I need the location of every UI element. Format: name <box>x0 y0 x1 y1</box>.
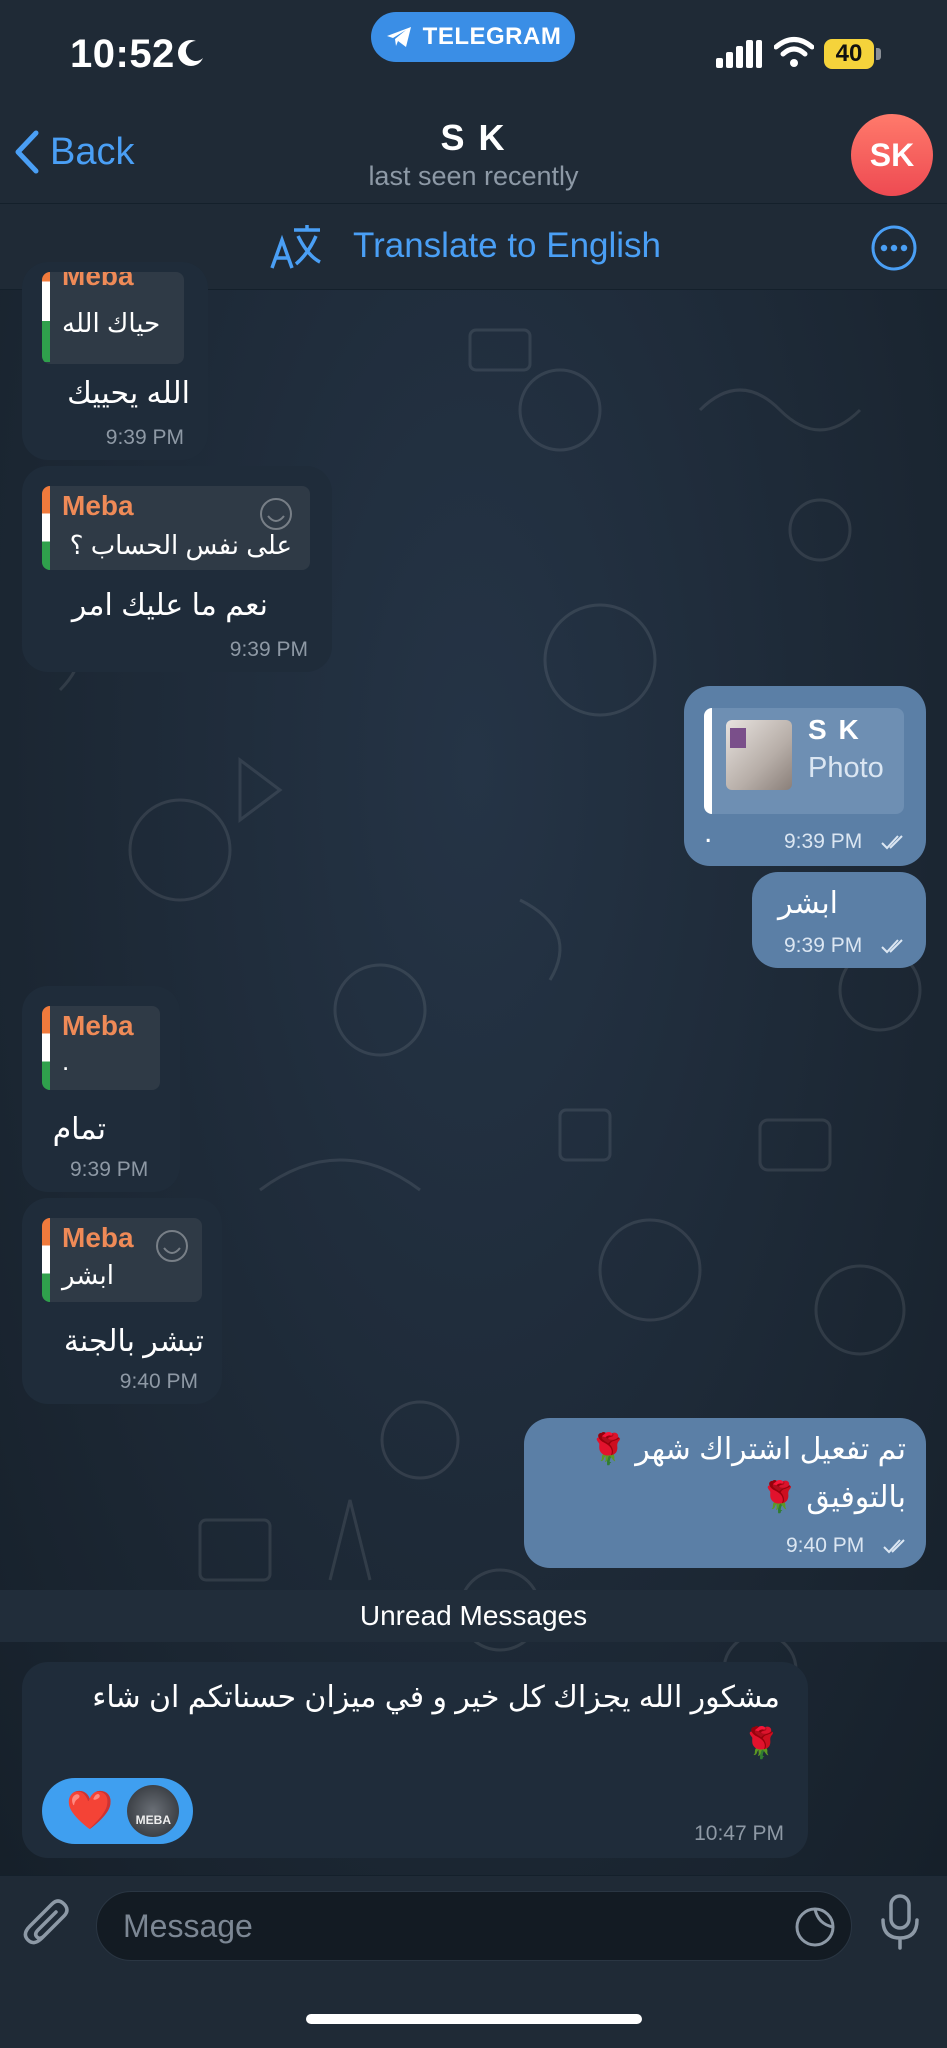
photo-thumbnail <box>726 720 792 790</box>
message-text: تبشر بالجنة <box>63 1325 204 1358</box>
message-time: 9:39 PM <box>784 830 863 853</box>
clock: 10:52 <box>70 32 175 76</box>
message-input[interactable] <box>123 1892 783 1960</box>
message-bubble[interactable]: S K Photo . 9:39 PM <box>684 686 926 866</box>
battery-tip <box>876 48 881 60</box>
reply-sender: S K <box>808 714 861 745</box>
message-text-line: مشكور الله يجزاك كل خير و في ميزان حسنات… <box>92 1681 780 1714</box>
message-bubble[interactable]: ابشر 9:39 PM <box>752 872 926 968</box>
reply-preview[interactable]: Meba . <box>42 1006 160 1090</box>
sticker-icon[interactable] <box>794 1906 836 1948</box>
status-bar: 10:52 TELEGRAM 40 <box>0 0 947 105</box>
chat-status: last seen recently <box>368 161 579 191</box>
reply-sender: Meba <box>62 1222 134 1253</box>
message-text: نعم ما عليك امر <box>71 589 268 622</box>
attach-icon[interactable] <box>22 1898 74 1952</box>
message-time: 9:39 PM <box>70 1158 149 1181</box>
message-time: 9:40 PM <box>119 1370 198 1393</box>
chat-title[interactable]: S K <box>0 117 947 159</box>
message-text: . <box>704 816 713 849</box>
message-text-line: 🌹 <box>742 1727 780 1760</box>
message-bubble[interactable]: تم تفعيل اشتراك شهر 🌹 بالتوفيق 🌹 9:40 PM <box>524 1418 926 1568</box>
reply-bar <box>42 486 50 570</box>
message-bubble[interactable]: Meba على نفس الحساب ؟ نعم ما عليك امر 9:… <box>22 466 332 672</box>
reply-sender: Meba <box>62 1010 134 1041</box>
message-time: 9:40 PM <box>786 1534 865 1557</box>
message-time: 9:39 PM <box>229 638 308 661</box>
message-text: تمام <box>52 1113 106 1146</box>
translate-label[interactable]: Translate to English <box>353 226 661 266</box>
reply-bar <box>704 708 712 814</box>
reply-text: . <box>62 1046 70 1076</box>
double-check-icon <box>881 939 903 954</box>
reactor-avatar-label: MEBA <box>135 1813 171 1827</box>
reply-bar <box>42 272 50 362</box>
reactor-avatar[interactable]: MEBA <box>127 1785 180 1837</box>
reply-bar <box>42 1218 50 1302</box>
chat-header: Back S K last seen recently SK <box>0 105 947 203</box>
reply-sender: Meba <box>62 490 134 521</box>
telegram-badge-label: TELEGRAM <box>422 23 562 50</box>
reply-preview[interactable]: Meba ابشر <box>42 1218 202 1302</box>
avatar[interactable]: SK <box>851 114 933 196</box>
message-bubble[interactable]: Meba حياك الله الله يحييك 9:39 PM <box>22 262 208 460</box>
message-text: ابشر <box>778 887 838 920</box>
message-time: 9:39 PM <box>105 426 184 449</box>
moon-icon <box>178 40 203 66</box>
message-text: الله يحييك <box>67 377 190 410</box>
reply-text: Photo <box>808 752 884 784</box>
wifi-icon <box>774 37 814 67</box>
reply-text: على نفس الحساب ؟ <box>69 530 292 560</box>
reply-sender: Meba <box>62 272 134 291</box>
reply-preview[interactable]: Meba على نفس الحساب ؟ <box>42 486 310 570</box>
message-bubble[interactable]: Meba ابشر تبشر بالجنة 9:40 PM <box>22 1198 222 1404</box>
translate-icon <box>270 225 321 269</box>
microphone-icon[interactable] <box>878 1894 922 1950</box>
message-text-line: تم تفعيل اشتراك شهر 🌹 <box>589 1433 906 1466</box>
double-check-icon <box>881 835 903 850</box>
reply-preview[interactable]: Meba حياك الله <box>42 272 184 364</box>
heart-reaction[interactable]: ❤️ <box>66 1789 113 1833</box>
message-time: 9:39 PM <box>784 934 863 957</box>
battery-indicator: 40 <box>824 39 874 69</box>
message-text-line: بالتوفيق 🌹 <box>760 1481 906 1514</box>
reply-preview[interactable]: S K Photo <box>704 708 904 814</box>
double-check-icon <box>883 1539 905 1554</box>
telegram-badge[interactable]: TELEGRAM <box>371 12 575 62</box>
unread-divider: Unread Messages <box>0 1590 947 1642</box>
reply-text: ابشر <box>62 1260 114 1290</box>
reply-bar <box>42 1006 50 1090</box>
more-options-icon[interactable] <box>870 224 918 272</box>
emoji-watermark-icon <box>260 498 292 530</box>
message-bubble[interactable]: Meba . تمام 9:39 PM <box>22 986 180 1192</box>
reactions-bar[interactable]: ❤️ MEBA <box>42 1778 193 1844</box>
home-indicator <box>306 2014 642 2024</box>
emoji-watermark-icon <box>156 1230 188 1262</box>
telegram-plane-icon <box>386 27 411 47</box>
cellular-signal-icon <box>716 40 762 68</box>
reply-text: حياك الله <box>62 308 161 338</box>
message-field[interactable] <box>96 1891 852 1961</box>
message-time: 10:47 PM <box>694 1822 784 1845</box>
